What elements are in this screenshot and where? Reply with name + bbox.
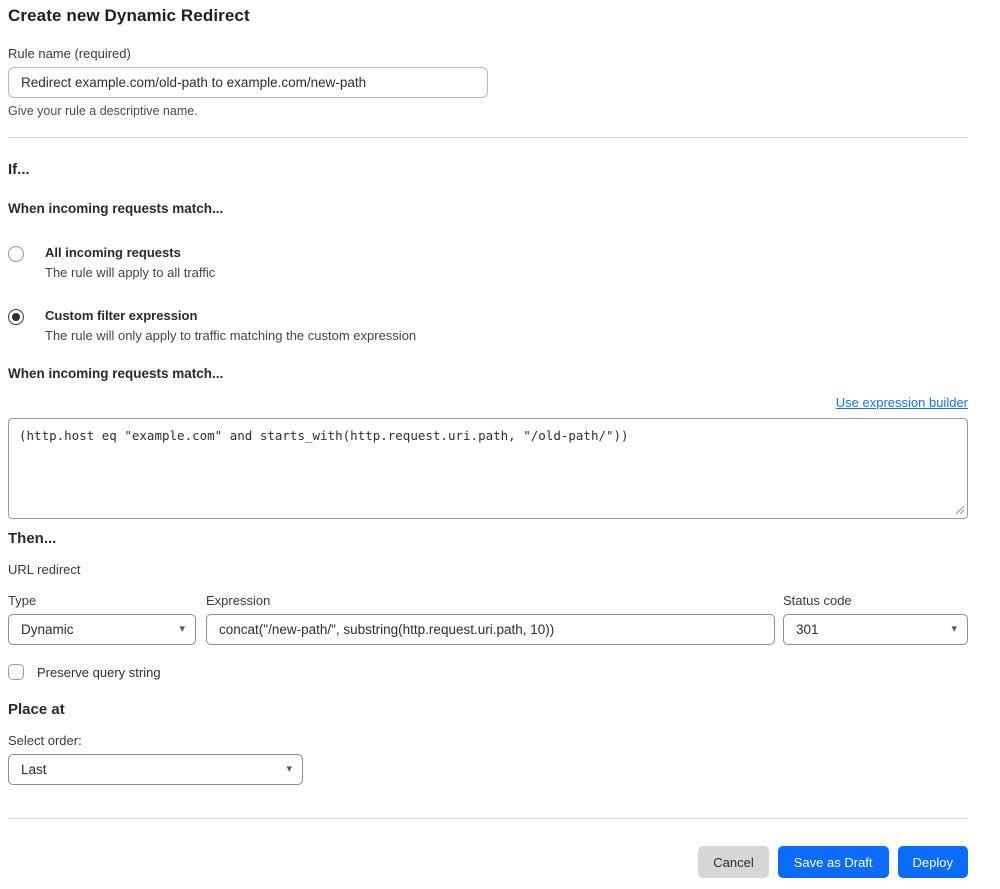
preserve-query-string-label: Preserve query string [37, 664, 161, 680]
footer-divider [8, 818, 968, 819]
expression-column: Expression [206, 593, 775, 645]
select-order-label: Select order: [8, 733, 82, 748]
type-label: Type [8, 593, 37, 608]
use-expression-builder-link[interactable]: Use expression builder [836, 395, 968, 410]
preserve-query-string-row[interactable]: Preserve query string [8, 664, 968, 680]
footer-actions: Cancel Save as Draft Deploy [8, 846, 968, 878]
redirect-expression-input[interactable] [206, 614, 775, 645]
chevron-down-icon: ▾ [179, 623, 185, 635]
place-at-heading: Place at [8, 701, 65, 718]
resize-handle-icon[interactable] [955, 505, 965, 515]
redirect-settings-row: Type Dynamic ▾ Expression Status code 30… [8, 593, 968, 645]
deploy-button[interactable]: Deploy [897, 846, 968, 878]
checkbox-unchecked-icon[interactable] [8, 664, 24, 680]
radio-unselected-icon[interactable] [8, 246, 24, 262]
radio-description: The rule will only apply to traffic matc… [45, 328, 417, 343]
builder-link-row: Use expression builder [8, 394, 968, 412]
filter-expression-textarea[interactable]: (http.host eq "example.com" and starts_w… [8, 418, 968, 519]
type-select[interactable]: Dynamic ▾ [8, 614, 196, 645]
rule-name-input[interactable] [8, 67, 488, 98]
rule-name-helper: Give your rule a descriptive name. [8, 104, 198, 118]
status-code-label: Status code [783, 593, 852, 608]
match-heading: When incoming requests match... [8, 201, 224, 216]
order-select-value: Last [21, 762, 47, 777]
rule-name-label: Rule name (required) [8, 46, 131, 61]
chevron-down-icon: ▾ [286, 763, 292, 775]
radio-label: All incoming requests [45, 245, 181, 260]
status-code-value: 301 [796, 622, 819, 637]
url-redirect-label: URL redirect [8, 562, 81, 577]
cancel-button[interactable]: Cancel [698, 846, 769, 878]
radio-all-incoming-requests[interactable]: All incoming requests The rule will appl… [8, 245, 968, 280]
save-as-draft-button[interactable]: Save as Draft [777, 846, 889, 878]
status-code-column: Status code 301 ▾ [783, 593, 968, 645]
radio-description: The rule will apply to all traffic [45, 265, 216, 280]
if-heading: If... [8, 161, 30, 178]
type-column: Type Dynamic ▾ [8, 593, 196, 645]
page-title: Create new Dynamic Redirect [8, 6, 250, 25]
then-heading: Then... [8, 530, 57, 547]
radio-texts: Custom filter expression The rule will o… [45, 308, 416, 343]
expression-label: Expression [206, 593, 271, 608]
radio-label: Custom filter expression [45, 308, 198, 323]
chevron-down-icon: ▾ [951, 623, 957, 635]
status-code-select[interactable]: 301 ▾ [783, 614, 968, 645]
section-divider [8, 137, 968, 138]
filter-expression-wrap: (http.host eq "example.com" and starts_w… [8, 418, 968, 519]
type-select-value: Dynamic [21, 622, 74, 637]
radio-texts: All incoming requests The rule will appl… [45, 245, 215, 280]
radio-custom-filter-expression[interactable]: Custom filter expression The rule will o… [8, 308, 968, 343]
create-redirect-form: Create new Dynamic Redirect Rule name (r… [0, 0, 1000, 878]
order-select[interactable]: Last ▾ [8, 754, 303, 785]
radio-selected-icon[interactable] [8, 309, 24, 325]
expression-match-heading: When incoming requests match... [8, 366, 224, 381]
